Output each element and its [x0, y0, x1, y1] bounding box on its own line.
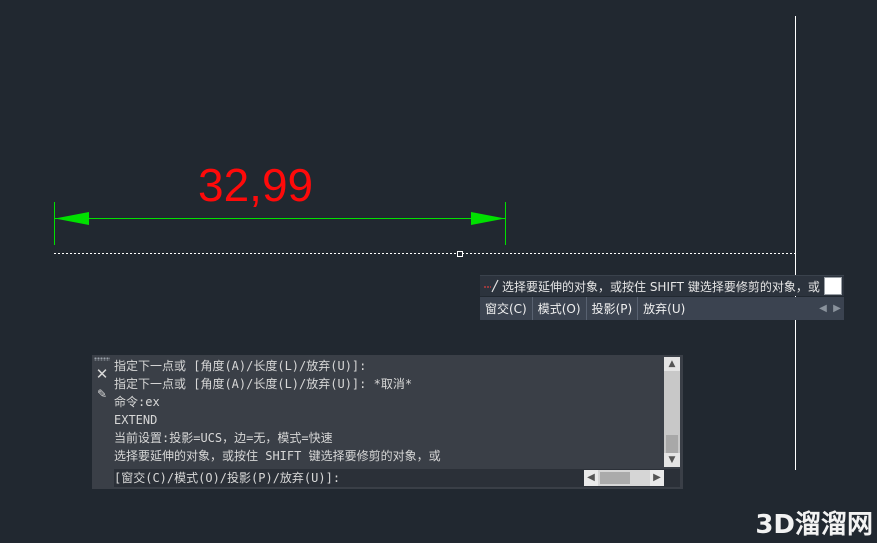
option-crossing[interactable]: 窗交(C): [480, 297, 533, 320]
history-line: 当前设置:投影=UCS，边=无，模式=快速: [114, 431, 333, 445]
arrow-left: [55, 212, 89, 225]
dynamic-input-field[interactable]: [824, 277, 842, 295]
input-scrollbar[interactable]: ◀ ▶: [584, 470, 664, 486]
option-undo[interactable]: 放弃(U): [638, 297, 690, 320]
command-line-window: ✕ ✎ 指定下一点或 [角度(A)/长度(L)/放弃(U)]: 指定下一点或 […: [92, 355, 683, 489]
history-line: 选择要延伸的对象，或按住 SHIFT 键选择要修剪的对象，或: [114, 449, 441, 463]
history-line: 指定下一点或 [角度(A)/长度(L)/放弃(U)]: *取消*: [114, 377, 413, 391]
history-scrollbar[interactable]: ▲ ▼: [664, 357, 680, 467]
scroll-left-icon[interactable]: ◀: [584, 470, 598, 486]
dynamic-input-prompt-text: 选择要延伸的对象，或按住 SHIFT 键选择要修剪的对象，或: [502, 279, 820, 294]
dynamic-input-prompt: 选择要延伸的对象，或按住 SHIFT 键选择要修剪的对象，或: [480, 275, 844, 296]
extend-icon: [482, 278, 502, 294]
options-spacer: [690, 297, 816, 320]
scroll-down-icon[interactable]: ▼: [664, 453, 680, 467]
command-line-sidebar: ✕ ✎: [92, 355, 112, 489]
scroll-thumb[interactable]: [666, 435, 678, 453]
options-right-arrow-icon[interactable]: ▶: [830, 297, 844, 320]
grip-point: [457, 251, 463, 257]
dimension-text: 32,99: [198, 159, 314, 211]
drag-grip-icon[interactable]: [94, 357, 110, 361]
scroll-right-icon[interactable]: ▶: [650, 470, 664, 486]
scroll-up-icon[interactable]: ▲: [664, 357, 680, 371]
arrow-right: [471, 212, 505, 225]
watermark-logo: 3D溜溜网: [755, 510, 873, 540]
history-line: 指定下一点或 [角度(A)/长度(L)/放弃(U)]:: [114, 359, 367, 373]
option-project[interactable]: 投影(P): [587, 297, 639, 320]
options-left-arrow-icon[interactable]: ◀: [816, 297, 830, 320]
dynamic-input-options: 窗交(C) 模式(O) 投影(P) 放弃(U) ◀ ▶: [480, 297, 844, 320]
input-scroll-thumb[interactable]: [600, 472, 630, 484]
command-history: 指定下一点或 [角度(A)/长度(L)/放弃(U)]: 指定下一点或 [角度(A…: [114, 357, 662, 467]
history-line: EXTEND: [114, 413, 158, 427]
command-input-row[interactable]: [窗交(C)/模式(O)/投影(P)/放弃(U)]: ◀ ▶: [114, 469, 680, 487]
pen-icon[interactable]: ✎: [95, 387, 109, 401]
command-input[interactable]: [窗交(C)/模式(O)/投影(P)/放弃(U)]:: [114, 469, 340, 487]
history-line: 命令:ex: [114, 395, 160, 409]
close-icon[interactable]: ✕: [95, 367, 109, 382]
option-mode[interactable]: 模式(O): [533, 297, 587, 320]
